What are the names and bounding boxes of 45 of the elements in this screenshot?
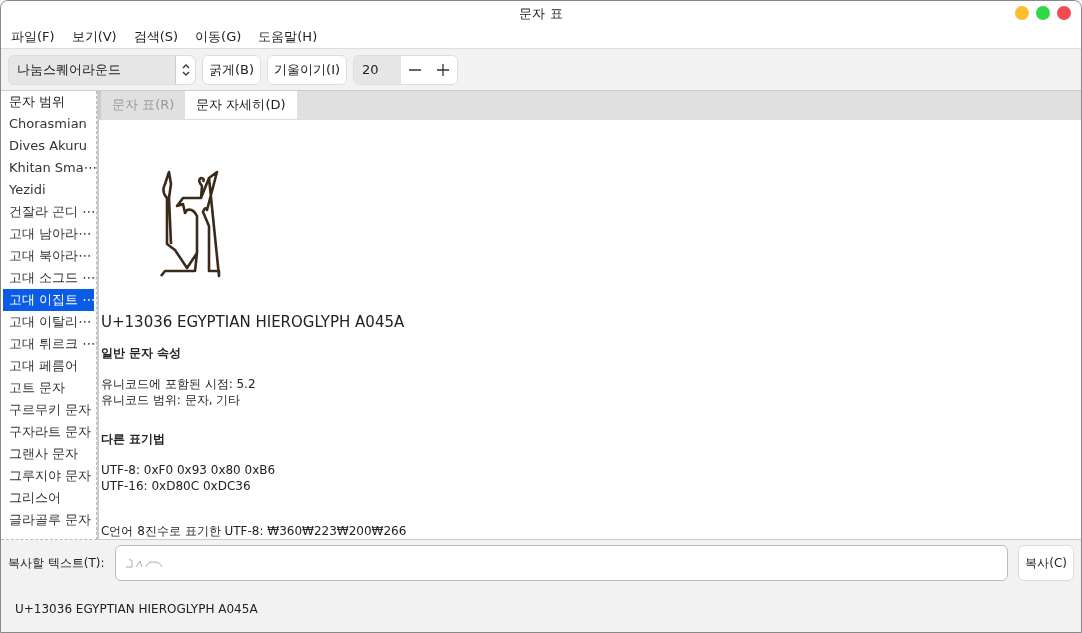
italic-button[interactable]: 기울이기(I) <box>267 54 348 85</box>
list-item[interactable]: 그리스어 <box>3 487 94 509</box>
detail-line: C언어 8진수로 표기한 UTF-8: ₩360₩223₩200₩266 <box>101 523 408 539</box>
list-item[interactable]: 건잘라 곤디 ⋯ <box>3 201 94 223</box>
detail-line: 유니코드 범위: 문자, 기타 <box>101 392 242 408</box>
menu-item[interactable]: 파일(F) <box>11 27 55 47</box>
detail-line: UTF-16: 0xD80C 0xDC36 <box>101 478 252 494</box>
field-label: 복사할 텍스트(T): <box>8 555 105 572</box>
list-item[interactable]: 고대 남아라⋯ <box>3 223 94 245</box>
copy-button[interactable]: 복사(C) <box>1018 545 1074 581</box>
section-heading: 다른 표기법 <box>101 431 167 447</box>
list-item[interactable]: 고대 북아라⋯ <box>3 245 94 267</box>
list-item[interactable]: 글라골루 문자 <box>3 509 94 531</box>
list-item[interactable]: 구자라트 문자 <box>3 421 94 443</box>
list-item[interactable]: 고대 페름어 <box>3 355 94 377</box>
menu-item[interactable]: 이동(G) <box>195 27 242 47</box>
hieroglyph-drawing <box>123 558 164 568</box>
list-item[interactable]: 고대 소그드 ⋯ <box>3 267 94 289</box>
detail-line: 유니코드에 포함된 시점: 5.2 <box>101 376 257 392</box>
section-heading: 일반 문자 속성 <box>101 345 183 361</box>
character-title: U+13036 EGYPTIAN HIEROGLYPH A045A <box>101 312 406 334</box>
menu-item[interactable]: 도움말(H) <box>258 27 318 47</box>
window-button[interactable] <box>1057 6 1071 20</box>
list-item[interactable]: 고대 튀르크 ⋯ <box>3 333 94 355</box>
tab[interactable]: 문자 자세히(D) <box>185 91 297 119</box>
list-item[interactable]: 고대 이집트 ⋯ <box>3 289 94 311</box>
list-item[interactable]: 그랜사 문자 <box>3 443 94 465</box>
list-item[interactable]: Dives Akuru <box>3 135 94 157</box>
menu-item[interactable]: 보기(V) <box>71 27 117 47</box>
list-item[interactable]: Khitan Sma⋯ <box>3 157 94 179</box>
list-item[interactable]: Yezidi <box>3 179 94 201</box>
bold-button[interactable]: 굵게(B) <box>202 54 262 85</box>
list-item[interactable]: 그루지야 문자 <box>3 465 94 487</box>
list-item[interactable]: 고대 이탈리⋯ <box>3 311 94 333</box>
font-dropdown[interactable]: 나눔스퀘어라운드 <box>8 54 196 85</box>
window-title: 문자 표 <box>519 4 563 23</box>
copy-text-field[interactable] <box>114 545 1009 581</box>
list-item[interactable]: 고트 문자 <box>3 377 94 399</box>
list-item[interactable]: Chorasmian <box>3 113 94 135</box>
detail-line: UTF-8: 0xF0 0x93 0x80 0xB6 <box>101 462 277 478</box>
menu-item[interactable]: 검색(S) <box>133 27 179 47</box>
window-button[interactable] <box>1036 6 1050 20</box>
column-header[interactable]: 문자 범위 <box>1 91 96 113</box>
list-item[interactable]: 구르무키 문자 <box>3 399 94 421</box>
status-text: U+13036 EGYPTIAN HIEROGLYPH A045A <box>15 601 258 618</box>
